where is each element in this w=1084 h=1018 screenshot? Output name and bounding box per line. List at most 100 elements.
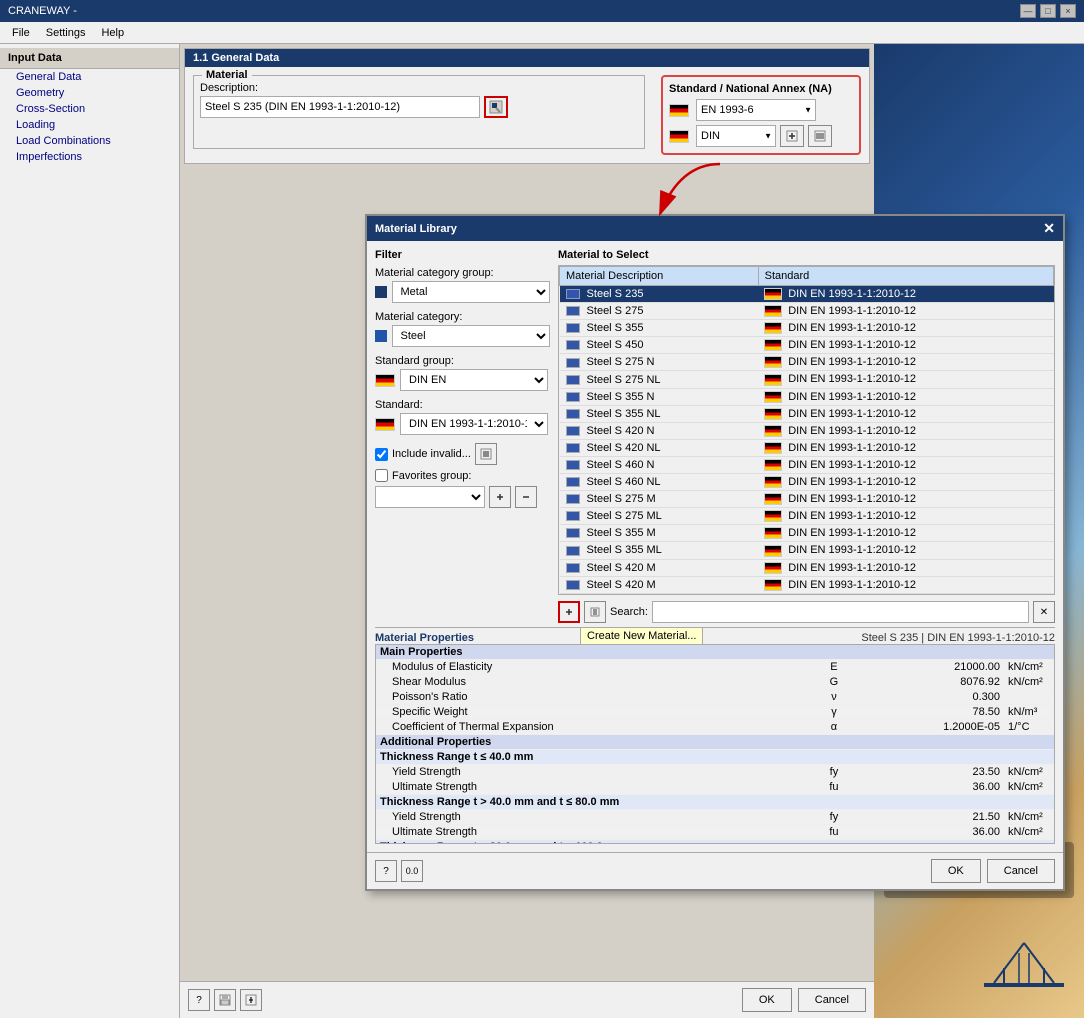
thickness-range-3: Thickness Range t > 80.0 mm and t ≤ 100.…: [376, 840, 1054, 845]
annex-btn2[interactable]: [808, 125, 832, 147]
sidebar-item-loading[interactable]: Loading: [0, 117, 179, 133]
material-row[interactable]: Steel S 355 M DIN EN 1993-1-1:2010-12: [560, 525, 1054, 542]
modulus-value: 21000.00: [844, 660, 1004, 675]
std-group-select[interactable]: DIN EN: [400, 369, 548, 391]
ult-2-sym: fu: [824, 825, 844, 840]
material-row[interactable]: Steel S 275 M DIN EN 1993-1-1:2010-12: [560, 491, 1054, 508]
material-standard: DIN EN 1993-1-1:2010-12: [758, 422, 1053, 439]
sidebar-item-imperfections[interactable]: Imperfections: [0, 149, 179, 165]
std-group-row: DIN EN: [375, 369, 550, 391]
dialog-ok-btn[interactable]: OK: [931, 859, 981, 883]
poisson-label: Poisson's Ratio: [376, 690, 824, 705]
browse-button[interactable]: [484, 96, 508, 118]
main-ok-btn[interactable]: OK: [742, 988, 792, 1012]
material-row[interactable]: Steel S 235 DIN EN 1993-1-1:2010-12: [560, 286, 1054, 303]
props-scroll[interactable]: Main Properties Modulus of Elasticity E …: [375, 644, 1055, 844]
dialog-close-btn[interactable]: ✕: [1043, 220, 1055, 237]
material-to-select-title: Material to Select: [558, 249, 1055, 261]
menu-settings[interactable]: Settings: [38, 25, 94, 41]
create-new-tooltip: Create New Material...: [580, 627, 703, 645]
category-group-select[interactable]: Metal: [392, 281, 551, 303]
material-row[interactable]: Steel S 275 ML DIN EN 1993-1-1:2010-12: [560, 508, 1054, 525]
create-new-btn[interactable]: Create New Material...: [558, 601, 580, 623]
menu-file[interactable]: File: [4, 25, 38, 41]
material-row[interactable]: Steel S 460 N DIN EN 1993-1-1:2010-12: [560, 456, 1054, 473]
minimize-btn[interactable]: —: [1020, 4, 1036, 18]
std-group-flag: [375, 374, 395, 387]
thickness-range-1-label: Thickness Range t ≤ 40.0 mm: [376, 750, 1054, 765]
filter-section: Filter Material category group: Metal: [375, 249, 550, 623]
panel-content: Material Description: Standard / Nationa…: [185, 67, 869, 163]
help-btn[interactable]: ?: [375, 860, 397, 882]
dialog-main-row: Filter Material category group: Metal: [375, 249, 1055, 623]
sidebar-item-geometry[interactable]: Geometry: [0, 85, 179, 101]
standard-filter-select[interactable]: DIN EN 1993-1-1:2010-12: [400, 413, 548, 435]
material-row[interactable]: Steel S 420 NL DIN EN 1993-1-1:2010-12: [560, 439, 1054, 456]
ult-2-label: Ultimate Strength: [376, 825, 824, 840]
category-select[interactable]: Steel: [392, 325, 551, 347]
include-invalid-checkbox[interactable]: [375, 448, 388, 461]
material-row[interactable]: Steel S 420 M DIN EN 1993-1-1:2010-12: [560, 559, 1054, 576]
material-name: Steel S 355 ML: [560, 542, 759, 559]
search-input[interactable]: [652, 601, 1029, 623]
close-btn[interactable]: ×: [1060, 4, 1076, 18]
shear-unit: kN/cm²: [1004, 675, 1054, 690]
favorites-del-btn[interactable]: [515, 486, 537, 508]
thermal-row: Coefficient of Thermal Expansion α 1.200…: [376, 720, 1054, 735]
dialog-cancel-btn[interactable]: Cancel: [987, 859, 1055, 883]
shear-row: Shear Modulus G 8076.92 kN/cm²: [376, 675, 1054, 690]
material-name: Steel S 275: [560, 303, 759, 320]
sidebar-item-load-combinations[interactable]: Load Combinations: [0, 133, 179, 149]
thickness-range-2: Thickness Range t > 40.0 mm and t ≤ 80.0…: [376, 795, 1054, 810]
favorites-checkbox[interactable]: [375, 469, 388, 482]
favorites-add-btn[interactable]: [489, 486, 511, 508]
annex-btn1[interactable]: [780, 125, 804, 147]
main-export-btn[interactable]: [240, 989, 262, 1011]
material-row[interactable]: Steel S 460 NL DIN EN 1993-1-1:2010-12: [560, 474, 1054, 491]
zero-btn[interactable]: 0.0: [401, 860, 423, 882]
general-data-panel: 1.1 General Data Material Description:: [184, 48, 870, 164]
category-label: Material category:: [375, 311, 550, 323]
material-row[interactable]: Steel S 420 N DIN EN 1993-1-1:2010-12: [560, 422, 1054, 439]
favorites-label: Favorites group:: [392, 470, 471, 482]
material-name: Steel S 420 M: [560, 559, 759, 576]
annex-select[interactable]: DIN: [696, 125, 776, 147]
edit-mat-btn[interactable]: [584, 601, 606, 623]
category-icon: [375, 330, 387, 342]
menu-help[interactable]: Help: [93, 25, 132, 41]
modulus-sym: E: [824, 660, 844, 675]
dialog-body: Filter Material category group: Metal: [367, 241, 1063, 852]
standard-select[interactable]: EN 1993-6: [696, 99, 816, 121]
material-row[interactable]: Steel S 275 N DIN EN 1993-1-1:2010-12: [560, 354, 1054, 371]
material-row[interactable]: Steel S 355 NL DIN EN 1993-1-1:2010-12: [560, 405, 1054, 422]
sidebar-item-general-data[interactable]: General Data: [0, 69, 179, 85]
yield-2-label: Yield Strength: [376, 810, 824, 825]
include-invalid-btn[interactable]: [475, 443, 497, 465]
material-row[interactable]: Steel S 355 ML DIN EN 1993-1-1:2010-12: [560, 542, 1054, 559]
sidebar-item-cross-section[interactable]: Cross-Section: [0, 101, 179, 117]
std-group-label: Standard group:: [375, 355, 550, 367]
material-row[interactable]: Steel S 355 DIN EN 1993-1-1:2010-12: [560, 320, 1054, 337]
main-help-btn[interactable]: ?: [188, 989, 210, 1011]
category-field: Material category: Steel: [375, 311, 550, 347]
favorites-select[interactable]: [375, 486, 485, 508]
material-row[interactable]: Steel S 420 M DIN EN 1993-1-1:2010-12: [560, 576, 1054, 593]
maximize-btn[interactable]: □: [1040, 4, 1056, 18]
search-clear-btn[interactable]: ✕: [1033, 601, 1055, 623]
mat-props-info: Steel S 235 | DIN EN 1993-1-1:2010-12: [861, 632, 1055, 644]
material-name: Steel S 275 NL: [560, 371, 759, 388]
main-cancel-btn[interactable]: Cancel: [798, 988, 866, 1012]
category-row: Steel: [375, 325, 550, 347]
material-row[interactable]: Steel S 355 N DIN EN 1993-1-1:2010-12: [560, 388, 1054, 405]
material-row[interactable]: Steel S 450 DIN EN 1993-1-1:2010-12: [560, 337, 1054, 354]
description-input[interactable]: [200, 96, 480, 118]
main-save-btn[interactable]: [214, 989, 236, 1011]
material-name: Steel S 460 NL: [560, 474, 759, 491]
material-table-container[interactable]: Material Description Standard Steel S 23…: [558, 265, 1055, 595]
window-controls: — □ ×: [1020, 4, 1076, 18]
material-row[interactable]: Steel S 275 NL DIN EN 1993-1-1:2010-12: [560, 371, 1054, 388]
yield-1-row: Yield Strength fy 23.50 kN/cm²: [376, 765, 1054, 780]
material-name: Steel S 420 NL: [560, 439, 759, 456]
material-row[interactable]: Steel S 275 DIN EN 1993-1-1:2010-12: [560, 303, 1054, 320]
material-standard: DIN EN 1993-1-1:2010-12: [758, 456, 1053, 473]
